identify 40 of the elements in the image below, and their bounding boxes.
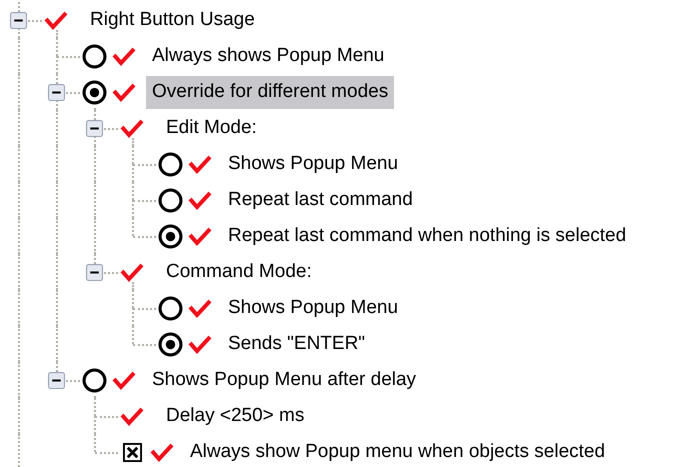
- tree-item[interactable]: Sends "ENTER": [222, 328, 372, 360]
- collapse-icon[interactable]: [48, 372, 65, 389]
- tree-item[interactable]: Shows Popup Menu after delay: [146, 364, 422, 396]
- checkmark-icon: [44, 10, 68, 30]
- tree-item[interactable]: Command Mode:: [160, 256, 318, 288]
- radio-button[interactable]: [82, 44, 106, 68]
- checkbox[interactable]: [122, 442, 142, 462]
- radio-button[interactable]: [158, 152, 182, 176]
- checkmark-icon: [112, 370, 136, 390]
- checkmark-icon: [120, 406, 144, 426]
- tree-item[interactable]: Always shows Popup Menu: [146, 40, 390, 72]
- tree-item[interactable]: Override for different modes: [146, 76, 394, 108]
- tree-item[interactable]: Repeat last command: [222, 184, 419, 216]
- checkmark-icon: [188, 154, 212, 174]
- checkmark-icon: [188, 334, 212, 354]
- collapse-icon[interactable]: [86, 120, 103, 137]
- tree-item[interactable]: Delay <250> ms: [160, 400, 310, 432]
- radio-button[interactable]: [158, 224, 182, 248]
- collapse-icon[interactable]: [48, 84, 65, 101]
- checkmark-icon: [188, 190, 212, 210]
- tree-item[interactable]: Edit Mode:: [160, 112, 263, 144]
- checkmark-icon: [112, 82, 136, 102]
- tree-item[interactable]: Shows Popup Menu: [222, 148, 404, 180]
- tree-item[interactable]: Always show Popup menu when objects selected: [184, 436, 612, 467]
- collapse-icon[interactable]: [86, 264, 103, 281]
- radio-button[interactable]: [158, 188, 182, 212]
- checkmark-icon: [188, 226, 212, 246]
- checkmark-icon: [120, 118, 144, 138]
- radio-button[interactable]: [82, 368, 106, 392]
- checkmark-icon: [120, 262, 144, 282]
- radio-button[interactable]: [82, 80, 106, 104]
- collapse-icon[interactable]: [10, 12, 27, 29]
- tree-item[interactable]: Repeat last command when nothing is selected: [222, 220, 632, 252]
- radio-button[interactable]: [158, 332, 182, 356]
- tree-item[interactable]: Shows Popup Menu: [222, 292, 404, 324]
- checkmark-icon: [112, 46, 136, 66]
- checkmark-icon: [150, 442, 174, 462]
- checkmark-icon: [188, 298, 212, 318]
- radio-button[interactable]: [158, 296, 182, 320]
- tree-item[interactable]: Right Button Usage: [84, 4, 261, 36]
